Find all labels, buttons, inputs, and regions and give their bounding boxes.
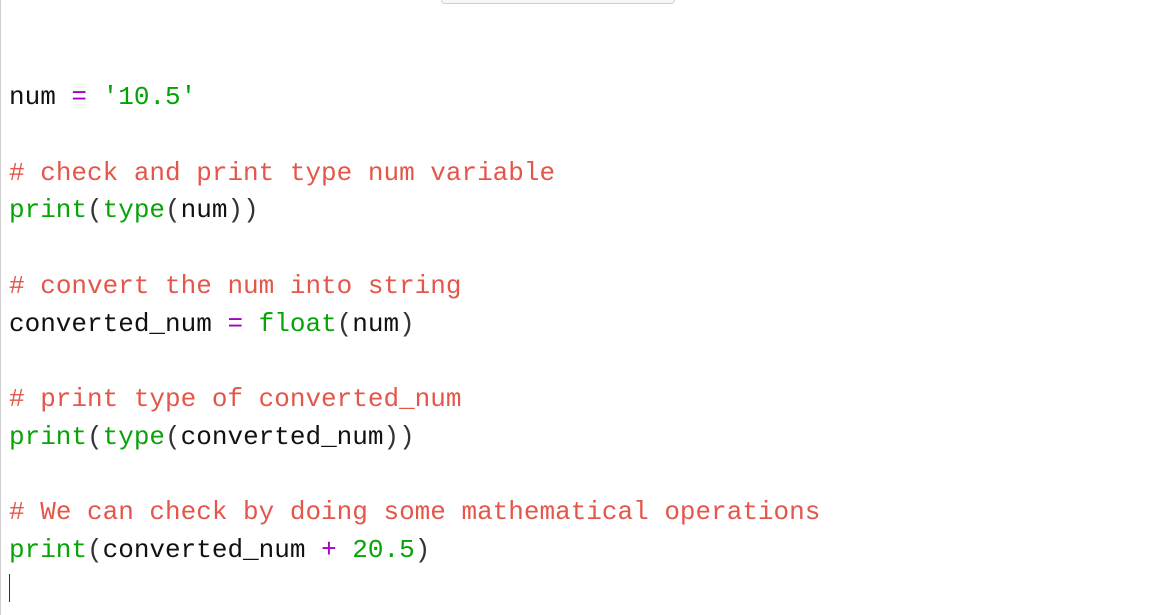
token-operator: + — [305, 535, 352, 565]
token-string-quote: ' — [103, 82, 119, 112]
token-paren: ) — [227, 195, 243, 225]
token-variable: converted_num — [181, 422, 384, 452]
token-string: 10.5 — [118, 82, 180, 112]
token-paren: ( — [87, 195, 103, 225]
token-comment-hash: # — [9, 384, 25, 414]
token-operator: = — [56, 82, 103, 112]
token-operator: = — [212, 309, 259, 339]
token-number: 20.5 — [352, 535, 414, 565]
token-comment: convert the num into string — [25, 271, 462, 301]
token-comment: check and print type num variable — [25, 158, 556, 188]
toolbar-fragment — [441, 0, 675, 4]
token-comment-hash: # — [9, 158, 25, 188]
token-variable: converted_num — [9, 309, 212, 339]
token-builtin-type: type — [103, 195, 165, 225]
token-paren: ) — [415, 535, 431, 565]
token-comment: print type of converted_num — [25, 384, 462, 414]
token-paren: ) — [243, 195, 259, 225]
token-builtin-print: print — [9, 535, 87, 565]
token-comment-hash: # — [9, 271, 25, 301]
token-paren: ( — [337, 309, 353, 339]
token-variable: num — [181, 195, 228, 225]
token-comment: We can check by doing some mathematical … — [25, 497, 821, 527]
token-variable: num — [352, 309, 399, 339]
token-builtin-print: print — [9, 195, 87, 225]
token-comment-hash: # — [9, 497, 25, 527]
token-paren: ( — [165, 195, 181, 225]
token-paren: ) — [399, 309, 415, 339]
token-paren: ( — [87, 535, 103, 565]
token-variable: converted_num — [103, 535, 306, 565]
token-paren: ( — [87, 422, 103, 452]
token-builtin-type: type — [103, 422, 165, 452]
token-variable: num — [9, 82, 56, 112]
token-paren: ) — [384, 422, 400, 452]
token-builtin-float: float — [259, 309, 337, 339]
token-paren: ) — [399, 422, 415, 452]
token-builtin-print: print — [9, 422, 87, 452]
token-string-quote: ' — [181, 82, 197, 112]
token-paren: ( — [165, 422, 181, 452]
code-cell-editor[interactable]: num = '10.5' # check and print type num … — [0, 0, 1160, 615]
text-cursor — [9, 574, 10, 603]
